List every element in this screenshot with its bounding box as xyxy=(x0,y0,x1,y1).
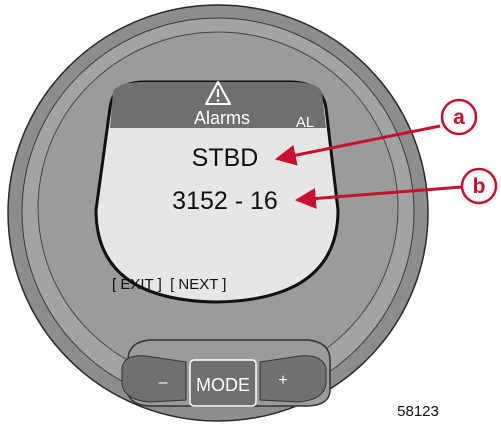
display-line-1: STBD xyxy=(192,144,259,172)
callout-a: a xyxy=(440,98,478,136)
header-tag: AL xyxy=(296,114,314,131)
callout-b: b xyxy=(460,167,498,205)
mode-button[interactable]: MODE xyxy=(189,359,257,407)
mode-button-label: MODE xyxy=(196,375,250,395)
gauge-diagram: Alarms AL STBD 3152 - 16 [ EXIT ] [ NEXT… xyxy=(7,4,498,422)
minus-button-label: – xyxy=(159,374,168,391)
display-line-2: 3152 - 16 xyxy=(172,187,278,215)
plus-button-label: + xyxy=(278,372,287,389)
softkey-labels: [ EXIT ] [ NEXT ] xyxy=(112,276,226,293)
callout-b-letter: b xyxy=(473,175,486,198)
minus-button[interactable]: – xyxy=(121,355,187,403)
header-title: Alarms xyxy=(194,108,250,128)
callout-a-letter: a xyxy=(453,106,465,129)
figure-number: 58123 xyxy=(397,403,439,420)
plus-button[interactable]: + xyxy=(259,355,327,403)
gauge-illustration: Alarms AL STBD 3152 - 16 [ EXIT ] [ NEXT… xyxy=(0,0,501,440)
